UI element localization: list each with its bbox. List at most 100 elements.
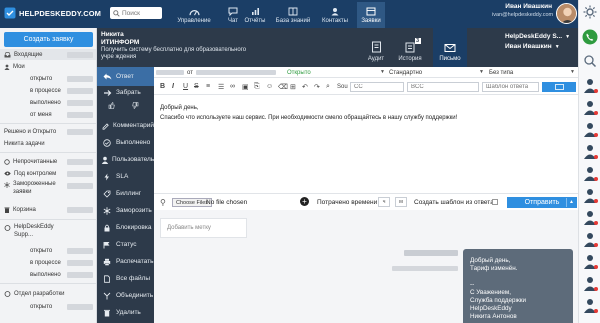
link-icon[interactable]: ∞ bbox=[230, 83, 235, 90]
search-input[interactable] bbox=[122, 8, 162, 18]
underline-button[interactable]: U bbox=[183, 83, 188, 90]
chevron-down-icon: ▼ bbox=[565, 34, 571, 40]
count-badge bbox=[67, 271, 93, 278]
sidebar-item-frozen[interactable]: Замороженные заявки bbox=[0, 180, 96, 198]
sidebar-item-resolved-open[interactable]: Решено и Открыто bbox=[0, 126, 96, 137]
action-label: Блокировка bbox=[116, 224, 152, 231]
bold-button[interactable]: B bbox=[160, 83, 165, 90]
cc-input[interactable] bbox=[350, 82, 404, 92]
search-box[interactable] bbox=[110, 7, 162, 19]
nav-contacts[interactable]: Контакты bbox=[318, 2, 352, 28]
group-icon bbox=[4, 290, 11, 297]
sidebar-item-helpdeskeddy-support[interactable]: HelpDeskEddy Supp... bbox=[0, 223, 96, 241]
status-select[interactable]: Открыто ▼ bbox=[287, 68, 387, 77]
sidebar-item-dev-open[interactable]: открыто bbox=[0, 301, 96, 312]
reply-template-input[interactable] bbox=[482, 82, 539, 92]
template-apply-button[interactable] bbox=[542, 82, 576, 92]
thumbs-up-icon[interactable] bbox=[105, 102, 117, 109]
nav-tickets[interactable]: Заявки bbox=[357, 2, 385, 28]
ticket-assignee[interactable]: HelpDeskEddy S... ▼ Иван Ивашкин ▼ bbox=[505, 32, 570, 52]
table-icon[interactable]: ⊞ bbox=[290, 83, 296, 91]
agent-avatar[interactable] bbox=[582, 187, 598, 203]
add-tag-input[interactable]: Добавить метку bbox=[160, 218, 247, 238]
priority-select[interactable]: Стандартно ▼ bbox=[389, 68, 486, 77]
count-badge bbox=[67, 87, 93, 94]
sidebar-item-watched[interactable]: Под контролем bbox=[0, 168, 96, 179]
search-icon[interactable]: ⌕ bbox=[326, 83, 330, 91]
chevron-down-icon: ▼ bbox=[479, 69, 484, 75]
minutes-input[interactable]: м bbox=[395, 197, 407, 207]
bullet-list-icon[interactable]: ☰ bbox=[218, 83, 224, 91]
sidebar-item-mine[interactable]: Мои bbox=[0, 61, 96, 72]
agent-avatar[interactable] bbox=[582, 143, 598, 159]
clear-format-icon[interactable]: ⌫ bbox=[278, 83, 288, 91]
chevron-up-icon[interactable]: ▲ bbox=[569, 199, 574, 205]
phone-button[interactable] bbox=[582, 29, 598, 45]
from-field[interactable]: от bbox=[156, 68, 282, 77]
sidebar-item-mine-in-progress[interactable]: в процессе bbox=[0, 85, 96, 96]
divider bbox=[566, 198, 567, 207]
attachment-icon[interactable]: ⎘ bbox=[254, 83, 260, 91]
app-logo[interactable]: HELPDESKEDDY.COM bbox=[4, 7, 101, 19]
sidebar-item-from-me[interactable]: от меня bbox=[0, 109, 96, 120]
create-template-checkbox[interactable] bbox=[492, 199, 498, 205]
agent-avatar[interactable] bbox=[582, 297, 598, 313]
nav-management[interactable]: Управление bbox=[169, 2, 219, 28]
action-delete[interactable]: Удалить bbox=[97, 303, 154, 322]
thumbs-down-icon[interactable] bbox=[129, 102, 141, 109]
redo-icon[interactable]: ↷ bbox=[314, 83, 320, 91]
hours-input[interactable]: ч bbox=[378, 197, 390, 207]
agent-avatar[interactable] bbox=[582, 165, 598, 181]
avatar[interactable] bbox=[556, 3, 577, 24]
bcc-input[interactable] bbox=[407, 82, 479, 92]
image-icon[interactable]: ▣ bbox=[242, 83, 249, 91]
italic-button[interactable]: I bbox=[172, 83, 174, 90]
nav-reports[interactable]: Отчёты bbox=[241, 2, 269, 28]
count-badge bbox=[67, 303, 93, 310]
source-button[interactable]: Sou bbox=[337, 84, 348, 90]
type-select[interactable]: Без типа ▼ bbox=[489, 68, 577, 77]
sidebar-item-mine-done[interactable]: выполнено bbox=[0, 97, 96, 108]
count-badge bbox=[67, 128, 93, 135]
tab-letter[interactable]: Письмо bbox=[433, 28, 467, 67]
sidebar-item-trash[interactable]: Корзина bbox=[0, 204, 96, 215]
create-ticket-button[interactable]: Создать заявку bbox=[4, 32, 93, 47]
settings-gear-icon[interactable] bbox=[582, 4, 598, 20]
sidebar-item-mine-open[interactable]: открыто bbox=[0, 73, 96, 84]
agent-avatar[interactable] bbox=[582, 275, 598, 291]
sidebar-item-support-in-progress[interactable]: в процессе bbox=[0, 257, 96, 268]
numbered-list-icon[interactable]: ≡ bbox=[206, 83, 210, 90]
message-editor[interactable]: Добрый день, Спасибо что используете наш… bbox=[154, 96, 578, 192]
user-email: ivan@helpdeskeddy.com bbox=[492, 12, 554, 18]
agent-avatar[interactable] bbox=[582, 209, 598, 225]
plus-icon[interactable]: + bbox=[300, 197, 309, 206]
current-user[interactable]: Иван Ивашкин ivan@helpdeskeddy.com bbox=[492, 3, 554, 18]
editor-toolbar: B I U S ≡ ☰ ∞ ▣ ⎘ ☺ ⌫ ⊞ ↶ ↷ ⌕ Sou bbox=[154, 79, 578, 95]
group-icon bbox=[4, 225, 11, 231]
sidebar-item-unread[interactable]: Непрочитанные bbox=[0, 156, 96, 167]
sidebar-item-dev-department[interactable]: Отдел разработки bbox=[0, 288, 96, 299]
agent-avatar[interactable] bbox=[582, 253, 598, 269]
emoji-icon[interactable]: ☺ bbox=[266, 83, 273, 90]
nav-label: Заявки bbox=[361, 17, 381, 24]
agent-avatar[interactable] bbox=[582, 121, 598, 137]
sidebar-item-nikita-tasks[interactable]: Никита задачи bbox=[0, 138, 96, 149]
count-badge bbox=[67, 51, 93, 58]
assignee-name: Иван Ивашкин bbox=[505, 43, 552, 50]
agents-search-button[interactable] bbox=[582, 53, 598, 69]
nav-knowledge-base[interactable]: База знаний bbox=[273, 2, 313, 28]
agent-avatar[interactable] bbox=[582, 99, 598, 115]
tab-label: Аудит bbox=[367, 56, 385, 62]
agent-avatar[interactable] bbox=[582, 77, 598, 93]
send-button[interactable]: Отправить ▲ bbox=[507, 197, 577, 208]
strikethrough-button[interactable]: S bbox=[194, 83, 199, 90]
sidebar-item-label: в процессе bbox=[30, 259, 61, 266]
sidebar-item-support-done[interactable]: выполнено bbox=[0, 269, 96, 280]
undo-icon[interactable]: ↶ bbox=[302, 83, 308, 91]
sidebar-item-inbox[interactable]: Входящие bbox=[0, 49, 96, 60]
agent-avatar[interactable] bbox=[582, 231, 598, 247]
lock-icon bbox=[101, 224, 113, 232]
sidebar-item-support-open[interactable]: открыто bbox=[0, 245, 96, 256]
tab-history[interactable]: 3 История bbox=[393, 28, 427, 67]
tab-audit[interactable]: Аудит bbox=[359, 28, 393, 67]
